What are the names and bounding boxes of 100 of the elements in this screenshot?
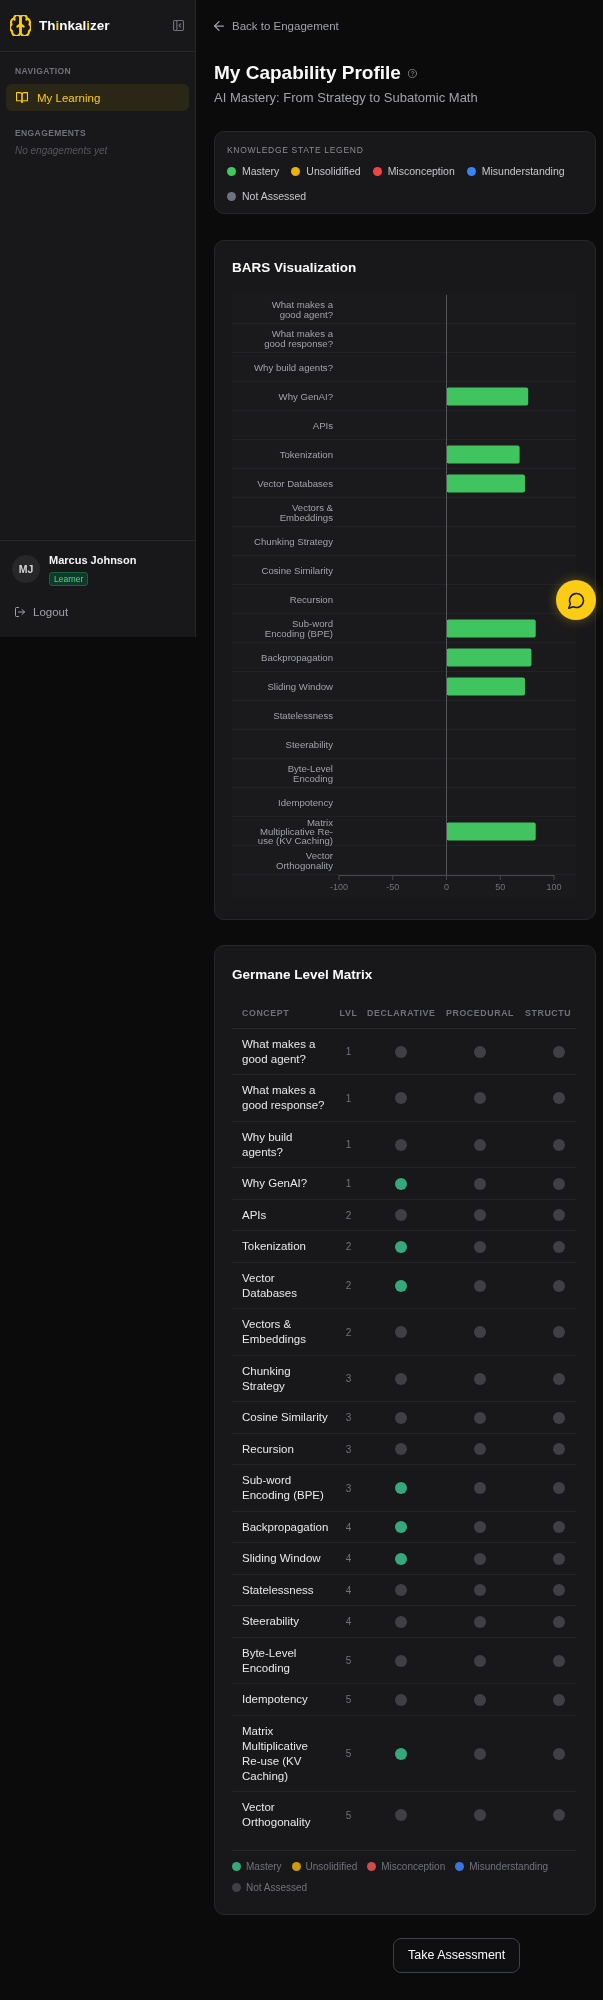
legend-label: Unsolidified: [306, 164, 361, 178]
back-link[interactable]: Back to Engagement: [214, 17, 339, 35]
legend-label: Not Assessed: [242, 189, 307, 203]
empty-message: No engagements yet: [14, 145, 109, 157]
concept-name: Vector Databases: [242, 1271, 297, 1299]
axis-tick-label: 100: [546, 882, 562, 892]
concept-name: Vector Orthogonality: [242, 1801, 311, 1828]
concept-name: Steerability: [242, 1615, 299, 1627]
brand-name: Thinkalizer: [39, 16, 110, 35]
level-number: 2: [345, 1241, 352, 1252]
concept-name: What makes a good agent?: [242, 1037, 316, 1065]
user-name: Marcus Johnson: [49, 553, 137, 568]
concept-name: Statelessness: [242, 1583, 314, 1596]
level-number: 1: [345, 1178, 352, 1189]
category-label: Vector Orthogonality: [274, 851, 333, 870]
role-badge: Learner: [49, 572, 89, 586]
level-number: 4: [345, 1616, 352, 1627]
category-label: Vectors & Embeddings: [278, 503, 333, 522]
level-number: 4: [345, 1521, 352, 1533]
concept-name: Idempotency: [242, 1693, 308, 1705]
concept-name: Why GenAI?: [242, 1177, 308, 1189]
level-number: 5: [345, 1655, 352, 1666]
nav-item[interactable]: My Learning: [6, 84, 189, 111]
column-header: STRUCTU: [525, 1008, 572, 1019]
level-number: 1: [345, 1139, 352, 1150]
brain-icon: [10, 15, 31, 36]
level-number: 4: [345, 1553, 352, 1564]
category-label: Backpropagation: [261, 652, 333, 663]
concept-name: Chunking Strategy: [242, 1364, 291, 1392]
legend-label: Not Assessed: [246, 1881, 308, 1894]
category-label: Byte-Level Encoding: [286, 764, 333, 783]
category-label: Sub-word Encoding (BPE): [263, 619, 333, 638]
book-icon: [16, 92, 28, 103]
section-title: BARS Visualization: [232, 259, 358, 277]
concept-name: APIs: [242, 1208, 267, 1221]
axis-tick-label: 50: [495, 882, 506, 892]
level-number: 1: [345, 1092, 352, 1104]
section-heading: ENGAGEMENTS: [14, 127, 87, 139]
level-number: 5: [345, 1809, 352, 1821]
legend-label: Mastery: [242, 164, 280, 178]
axis-tick-label: -100: [330, 882, 348, 892]
section-heading: NAVIGATION: [14, 65, 73, 77]
column-header: DECLARATIVE: [367, 1008, 436, 1019]
user-avatar: MJ: [12, 555, 40, 583]
concept-name: What makes a good response?: [242, 1084, 325, 1111]
level-number: 5: [345, 1748, 352, 1759]
level-number: 1: [345, 1046, 352, 1057]
level-number: 3: [345, 1443, 352, 1455]
chat-icon: [567, 591, 585, 609]
concept-name: Matrix Multiplicative Re-use (KV Caching): [242, 1724, 308, 1782]
page-subtitle: AI Mastery: From Strategy to Subatomic Math: [214, 89, 479, 107]
level-number: 4: [345, 1584, 352, 1596]
axis-tick-label: 0: [444, 882, 449, 892]
category-label: Statelessness: [273, 710, 333, 721]
category-label: Recursion: [289, 594, 333, 605]
concept-name: Tokenization: [242, 1240, 306, 1252]
section-title: Germane Level Matrix: [232, 966, 374, 984]
category-label: Cosine Similarity: [261, 565, 333, 576]
category-label: Chunking Strategy: [254, 536, 333, 547]
concept-name: Sub-word Encoding (BPE): [242, 1474, 324, 1501]
logout-icon: [15, 607, 25, 617]
level-number: 3: [345, 1482, 352, 1494]
column-header: LVL: [339, 1008, 358, 1019]
sidebar-toggle-icon[interactable]: [173, 20, 184, 31]
concept-name: Recursion: [242, 1442, 294, 1455]
level-number: 2: [345, 1326, 352, 1338]
category-label: Why build agents?: [254, 362, 333, 373]
concept-name: Vectors & Embeddings: [242, 1318, 306, 1345]
category-label: What makes a good response?: [263, 329, 333, 348]
logout-button[interactable]: Logout: [12, 604, 69, 620]
legend-label: Misunderstanding: [469, 1860, 549, 1873]
legend-label: Misunderstanding: [481, 164, 565, 178]
legend-label: Unsolidified: [305, 1860, 358, 1873]
category-label: Matrix Multiplicative Re-use (KV Caching): [256, 817, 333, 846]
level-number: 3: [345, 1412, 352, 1423]
category-label: Vector Databases: [257, 478, 333, 489]
column-header: PROCEDURAL: [446, 1008, 515, 1019]
level-number: 3: [345, 1373, 352, 1384]
legend-label: Misconception: [387, 164, 455, 178]
legend-label: Misconception: [381, 1860, 446, 1873]
concept-name: Byte-Level Encoding: [242, 1646, 297, 1674]
category-label: Tokenization: [279, 449, 333, 460]
legend-label: Mastery: [246, 1860, 282, 1873]
help-icon[interactable]: [407, 68, 417, 78]
category-label: Steerability: [285, 739, 333, 750]
concept-name: Cosine Similarity: [242, 1411, 328, 1423]
level-number: 2: [345, 1209, 352, 1221]
category-label: What makes a good agent?: [270, 300, 333, 319]
concept-name: Sliding Window: [242, 1552, 321, 1564]
legend-title: KNOWLEDGE STATE LEGEND: [227, 144, 365, 156]
level-number: 2: [345, 1280, 352, 1291]
column-header: CONCEPT: [242, 1008, 290, 1019]
axis-tick-label: -50: [386, 882, 400, 892]
concept-name: Backpropagation: [242, 1520, 329, 1533]
category-label: Idempotency: [278, 797, 333, 808]
page-title: My Capability Profile: [214, 61, 401, 85]
category-label: Why GenAI?: [278, 391, 333, 402]
level-number: 5: [345, 1694, 352, 1705]
take-assessment-button[interactable]: Take Assessment: [393, 1937, 521, 1973]
concept-name: Why build agents?: [242, 1130, 293, 1158]
